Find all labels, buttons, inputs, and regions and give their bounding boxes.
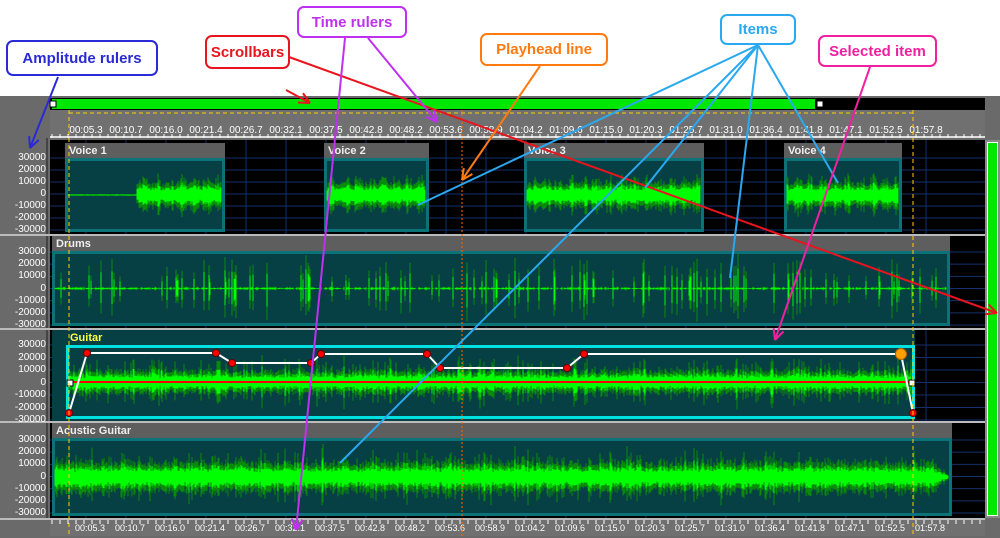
- annotation-arrow: [367, 37, 438, 123]
- arrowhead: [772, 327, 776, 341]
- annotation-arrow: [29, 76, 59, 149]
- arrowhead: [984, 312, 998, 316]
- annotation-line: [757, 44, 839, 184]
- annotation-arrow: [295, 37, 346, 531]
- arrowhead: [290, 518, 297, 531]
- annotation-line: [339, 44, 759, 464]
- annotation-line: [729, 44, 759, 279]
- arrowhead: [28, 135, 31, 149]
- arrowhead: [297, 101, 311, 104]
- annotation-arrow: [288, 56, 998, 314]
- annotation-arrow: [774, 66, 871, 341]
- annotation-line: [417, 44, 759, 206]
- annotation-arrows: [28, 37, 998, 531]
- annotation-line: [644, 44, 759, 189]
